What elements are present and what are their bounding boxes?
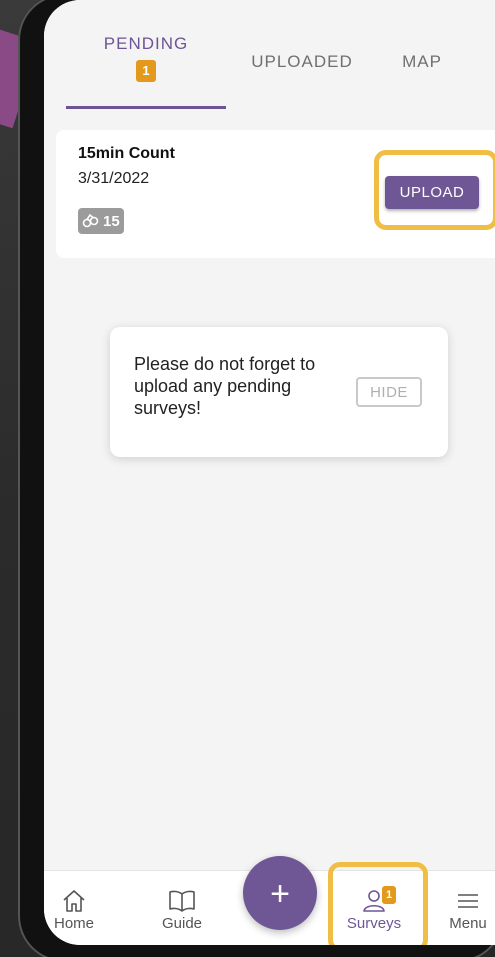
book-icon — [169, 890, 195, 912]
survey-title: 15min Count — [78, 145, 175, 162]
tab-pending[interactable]: PENDING 1 — [66, 34, 226, 82]
active-tab-indicator — [66, 106, 226, 109]
hide-button[interactable]: HIDE — [356, 377, 422, 407]
app-screen: PENDING 1 UPLOADED MAP 15min Count 3/31/… — [44, 0, 495, 945]
tab-map[interactable]: MAP — [382, 52, 462, 72]
binoculars-icon — [82, 213, 99, 228]
survey-date: 3/31/2022 — [78, 170, 150, 187]
nav-menu-label: Menu — [449, 915, 487, 932]
nav-home-label: Home — [53, 915, 94, 932]
pending-count-badge: 1 — [136, 60, 156, 82]
observation-count: 15 — [103, 212, 120, 230]
tab-uploaded[interactable]: UPLOADED — [239, 52, 365, 72]
reminder-toast: Please do not forget to upload any pendi… — [110, 327, 448, 457]
surveys-highlight-outline — [328, 862, 428, 945]
nav-home[interactable]: Home — [44, 889, 104, 932]
home-icon — [63, 890, 85, 912]
nav-guide-label: Guide — [161, 915, 203, 932]
observation-count-chip: 15 — [78, 208, 124, 234]
tab-pending-label: PENDING — [103, 34, 189, 53]
nav-guide[interactable]: Guide — [152, 889, 212, 932]
nav-menu[interactable]: Menu — [438, 889, 495, 932]
hamburger-icon — [458, 894, 478, 908]
upload-button[interactable]: UPLOAD — [385, 176, 479, 209]
reminder-message: Please do not forget to upload any pendi… — [134, 354, 316, 418]
add-survey-button[interactable]: + — [243, 856, 317, 930]
pending-survey-card[interactable]: 15min Count 3/31/2022 15 UPLOAD — [56, 130, 495, 258]
phone-frame: PENDING 1 UPLOADED MAP 15min Count 3/31/… — [18, 0, 495, 957]
tab-bar: PENDING 1 UPLOADED MAP — [44, 0, 495, 109]
